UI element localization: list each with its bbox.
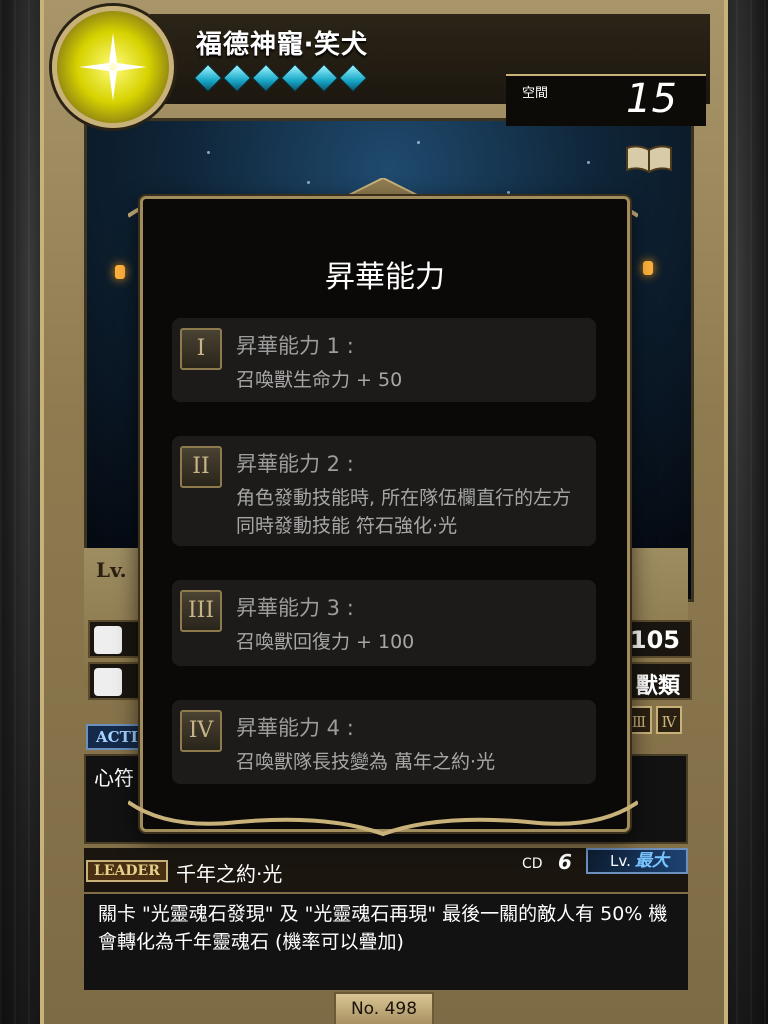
skill-level-badge: Lv. 最大 [586,848,688,874]
ability-desc: 召喚獸生命力 + 50 [236,369,403,391]
star-rating [193,63,368,93]
gem-icon [251,63,281,93]
gem-icon [193,63,223,93]
ability-desc: 召喚獸回復力 + 100 [236,631,415,653]
card-name: 福德神寵‧笑犬 [196,30,369,60]
ability-title: 昇華能力 3 : [236,596,354,620]
ability-item-3[interactable]: III 昇華能力 3 : 召喚獸回復力 + 100 [172,580,596,666]
numeral-3-icon: III [180,590,222,632]
popup-ornament-bottom [128,800,638,837]
space-value: 15 [626,76,677,122]
leader-tag: LEADER [86,860,168,882]
ability-item-4[interactable]: IV 昇華能力 4 : 召喚獸隊長技變為 萬年之約‧光 [172,700,596,784]
gem-icon [280,63,310,93]
gem-icon [222,63,252,93]
skill-level-prefix: Lv. [610,852,631,870]
gem-icon [309,63,339,93]
ability-title: 昇華能力 2 : [236,452,354,476]
numeral-2-icon: II [180,446,222,488]
drop-icon [94,626,122,654]
ability-item-1[interactable]: I 昇華能力 1 : 召喚獸生命力 + 50 [172,318,596,402]
leader-skill-name: 千年之約‧光 [176,862,283,886]
heart-icon [94,668,122,696]
level-label: Lv. [96,558,127,582]
light-attribute-emblem [52,6,174,128]
active-skill-text: 心符 [94,766,134,790]
card-number: No. 498 [334,992,434,1024]
space-label: 空間 [522,86,549,101]
numeral-1-icon: I [180,328,222,370]
ability-title: 昇華能力 1 : [236,334,354,358]
cross-star-icon [79,33,147,101]
skill-level-max: 最大 [634,851,669,871]
book-icon[interactable] [624,142,674,174]
leader-description: 關卡 "光靈魂石發現" 及 "光靈魂石再現" 最後一關的敵人有 50% 機會轉化… [98,903,668,953]
ability-item-2[interactable]: II 昇華能力 2 : 角色發動技能時, 所在隊伍欄直行的左方同時發動技能 符石… [172,436,596,546]
stat-value: 105 [629,626,680,654]
ability-desc: 角色發動技能時, 所在隊伍欄直行的左方同時發動技能 符石強化‧光 [236,487,572,537]
cd-label: CD [522,856,543,872]
numeral-4-icon: IV [180,710,222,752]
ability-desc: 召喚獸隊長技變為 萬年之約‧光 [236,751,496,773]
gem-icon [338,63,368,93]
popup-title: 昇華能力 [325,260,445,295]
race-label: 獸類 [635,674,680,699]
cd-value: 6 [558,850,572,874]
sublimation-mini-4[interactable]: Ⅳ [656,706,682,734]
ability-title: 昇華能力 4 : [236,716,354,740]
